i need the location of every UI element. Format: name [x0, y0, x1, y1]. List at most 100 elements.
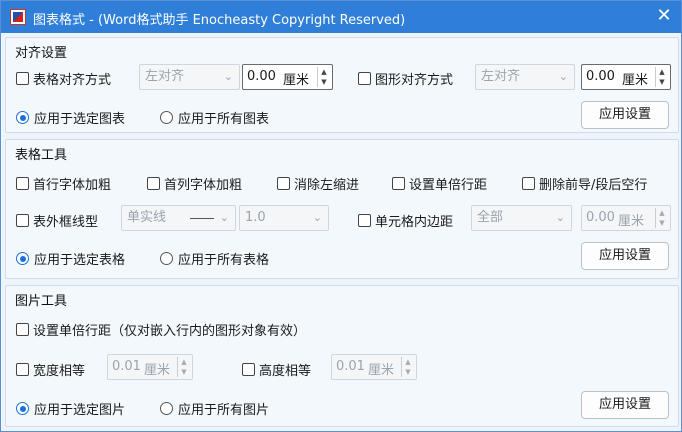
- cell-padding-value: 0.00: [586, 210, 615, 225]
- spin-up-icon[interactable]: ▲: [656, 67, 668, 77]
- first-row-bold-label: 首行字体加粗: [33, 178, 112, 193]
- checkbox-box[interactable]: [522, 177, 535, 190]
- spin-down-icon[interactable]: ▼: [656, 77, 668, 87]
- checkbox-box[interactable]: [358, 214, 371, 227]
- border-width-value: 1.0: [245, 210, 266, 225]
- spin-up-icon[interactable]: ▲: [656, 208, 668, 218]
- dialog-window: 图表格式 - (Word格式助手 Enocheasty Copyright Re…: [0, 0, 682, 432]
- table-scope-selected-label: 应用于选定表格: [34, 253, 126, 268]
- chevron-down-icon: ⌄: [555, 211, 565, 224]
- align-group-label: 对齐设置: [15, 46, 68, 61]
- image-single-spacing-checkbox[interactable]: 设置单倍行距（仅对嵌入行内的图形对象有效）: [16, 320, 306, 339]
- spin-down-icon[interactable]: ▼: [656, 218, 668, 228]
- align-scope-selected-radio[interactable]: 应用于选定图表: [16, 108, 125, 127]
- table-scope-all-radio[interactable]: 应用于所有表格: [160, 249, 269, 268]
- radio-off[interactable]: [160, 402, 173, 415]
- checkbox-box[interactable]: [358, 72, 371, 85]
- equal-width-checkbox[interactable]: 宽度相等: [16, 360, 85, 379]
- cell-padding-scope-select[interactable]: 全部 ⌄: [471, 205, 572, 231]
- table-align-label: 表格对齐方式: [33, 73, 112, 88]
- image-tools-group: 图片工具 设置单倍行距（仅对嵌入行内的图形对象有效） 宽度相等 0.01 厘米 …: [5, 285, 679, 427]
- table-scope-selected-radio[interactable]: 应用于选定表格: [16, 249, 125, 268]
- shape-offset-value: 0.00: [586, 69, 615, 84]
- chevron-down-icon: ⌄: [312, 211, 322, 224]
- border-width-select[interactable]: 1.0 ⌄: [239, 205, 329, 231]
- radio-on[interactable]: [16, 402, 29, 415]
- shape-align-select[interactable]: 左对齐 ⌄: [475, 64, 575, 90]
- checkbox-box[interactable]: [242, 363, 255, 376]
- spinner-arrows[interactable]: ▲ ▼: [655, 208, 668, 228]
- table-align-select[interactable]: 左对齐 ⌄: [139, 64, 240, 90]
- cell-padding-spinner[interactable]: 0.00 厘米 ▲ ▼: [581, 205, 671, 231]
- radio-off[interactable]: [160, 111, 173, 124]
- spinner-arrows[interactable]: ▲ ▼: [317, 67, 330, 87]
- cell-padding-checkbox[interactable]: 单元格内边距: [358, 211, 453, 230]
- height-unit: 厘米: [368, 363, 395, 378]
- width-spinner[interactable]: 0.01 厘米 ▲ ▼: [107, 354, 193, 380]
- single-line-spacing-label: 设置单倍行距: [409, 178, 488, 193]
- align-apply-button[interactable]: 应用设置: [581, 101, 669, 129]
- cell-padding-scope-value: 全部: [477, 210, 504, 225]
- table-align-checkbox[interactable]: 表格对齐方式: [16, 69, 111, 88]
- single-line-spacing-checkbox[interactable]: 设置单倍行距: [392, 174, 487, 193]
- border-style-select[interactable]: 单实线 ⌄: [121, 205, 236, 231]
- image-scope-selected-radio[interactable]: 应用于选定图片: [16, 399, 125, 418]
- outer-border-checkbox[interactable]: 表外框线型: [16, 211, 98, 230]
- shape-offset-unit: 厘米: [622, 73, 649, 88]
- spin-down-icon[interactable]: ▼: [318, 77, 330, 87]
- checkbox-box[interactable]: [16, 363, 29, 376]
- spin-down-icon[interactable]: ▼: [178, 367, 190, 377]
- radio-off[interactable]: [160, 252, 173, 265]
- border-style-value: 单实线: [127, 210, 167, 225]
- chevron-down-icon: ⌄: [219, 211, 229, 224]
- title-bar[interactable]: 图表格式 - (Word格式助手 Enocheasty Copyright Re…: [1, 1, 681, 33]
- checkbox-box[interactable]: [16, 177, 29, 190]
- close-icon[interactable]: ✕: [651, 5, 677, 29]
- radio-on[interactable]: [16, 252, 29, 265]
- checkbox-box[interactable]: [16, 214, 29, 227]
- line-preview: [190, 218, 214, 219]
- spinner-arrows[interactable]: ▲ ▼: [177, 357, 190, 377]
- table-offset-spinner[interactable]: 0.00 厘米 ▲ ▼: [242, 64, 333, 90]
- equal-height-checkbox[interactable]: 高度相等: [242, 360, 311, 379]
- image-scope-all-radio[interactable]: 应用于所有图片: [160, 399, 269, 418]
- align-scope-all-radio[interactable]: 应用于所有图表: [160, 108, 269, 127]
- shape-align-label: 图形对齐方式: [375, 73, 454, 88]
- spin-down-icon[interactable]: ▼: [402, 367, 414, 377]
- remove-blank-lines-label: 删除前导/段后空行: [539, 178, 648, 193]
- first-row-bold-checkbox[interactable]: 首行字体加粗: [16, 174, 111, 193]
- chevron-down-icon: ⌄: [558, 70, 568, 83]
- equal-width-label: 宽度相等: [33, 364, 86, 379]
- spin-up-icon[interactable]: ▲: [402, 357, 414, 367]
- window-title: 图表格式 - (Word格式助手 Enocheasty Copyright Re…: [33, 13, 406, 28]
- image-scope-all-label: 应用于所有图片: [178, 403, 270, 418]
- table-offset-value: 0.00: [247, 69, 276, 84]
- remove-blank-lines-checkbox[interactable]: 删除前导/段后空行: [522, 174, 647, 193]
- clear-left-indent-checkbox[interactable]: 消除左缩进: [277, 174, 359, 193]
- checkbox-box[interactable]: [147, 177, 160, 190]
- width-value: 0.01: [112, 359, 141, 374]
- align-settings-group: 对齐设置 表格对齐方式 左对齐 ⌄ 0.00 厘米 ▲ ▼ 图形对齐方式 左对齐 …: [5, 37, 679, 133]
- checkbox-box[interactable]: [16, 323, 29, 336]
- spinner-arrows[interactable]: ▲ ▼: [655, 67, 668, 87]
- table-apply-button[interactable]: 应用设置: [581, 242, 669, 270]
- spin-up-icon[interactable]: ▲: [318, 67, 330, 77]
- align-scope-selected-label: 应用于选定图表: [34, 112, 126, 127]
- image-apply-button[interactable]: 应用设置: [581, 391, 669, 419]
- spin-up-icon[interactable]: ▲: [178, 357, 190, 367]
- checkbox-box[interactable]: [392, 177, 405, 190]
- table-tools-label: 表格工具: [15, 148, 68, 163]
- outer-border-label: 表外框线型: [33, 215, 99, 230]
- first-col-bold-checkbox[interactable]: 首列字体加粗: [147, 174, 242, 193]
- radio-on[interactable]: [16, 111, 29, 124]
- spinner-arrows[interactable]: ▲ ▼: [401, 357, 414, 377]
- height-spinner[interactable]: 0.01 厘米 ▲ ▼: [331, 354, 417, 380]
- table-offset-unit: 厘米: [283, 73, 310, 88]
- table-tools-group: 表格工具 首行字体加粗 首列字体加粗 消除左缩进 设置单倍行距 删除前导/段后空…: [5, 139, 679, 279]
- cell-padding-unit: 厘米: [618, 214, 645, 229]
- first-col-bold-label: 首列字体加粗: [164, 178, 243, 193]
- checkbox-box[interactable]: [277, 177, 290, 190]
- shape-align-checkbox[interactable]: 图形对齐方式: [358, 69, 453, 88]
- shape-offset-spinner[interactable]: 0.00 厘米 ▲ ▼: [581, 64, 671, 90]
- checkbox-box[interactable]: [16, 72, 29, 85]
